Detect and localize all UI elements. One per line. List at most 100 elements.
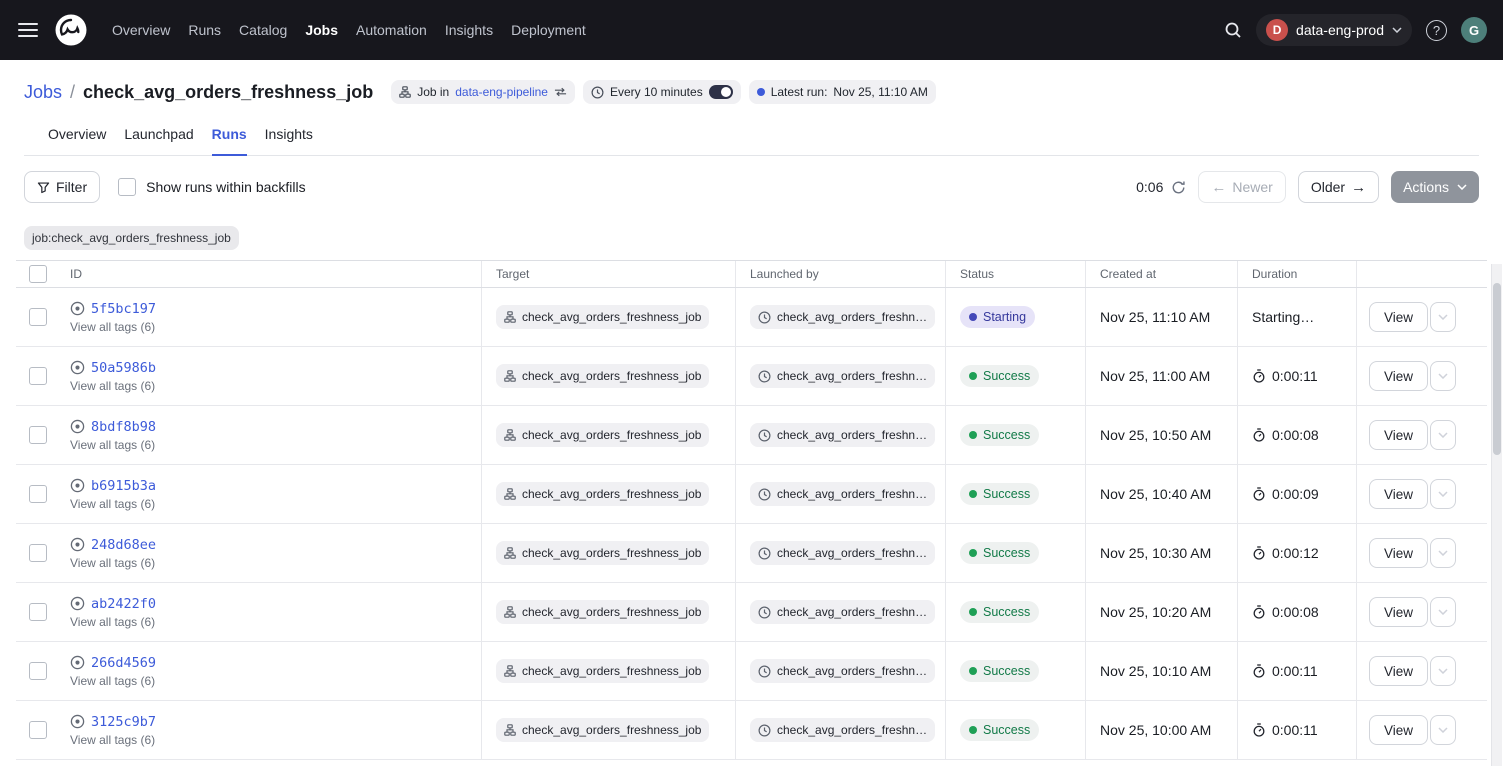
tab-insights[interactable]: Insights bbox=[265, 126, 313, 156]
view-all-tags-link[interactable]: View all tags (6) bbox=[70, 438, 155, 452]
view-run-button[interactable]: View bbox=[1369, 656, 1428, 686]
backfills-checkbox-row[interactable]: Show runs within backfills bbox=[118, 178, 306, 196]
scrollbar-thumb[interactable] bbox=[1493, 283, 1501, 455]
vertical-scrollbar[interactable] bbox=[1491, 264, 1502, 766]
view-all-tags-link[interactable]: View all tags (6) bbox=[70, 320, 155, 334]
target-chip[interactable]: check_avg_orders_freshness_job bbox=[496, 659, 709, 683]
top-navbar: Overview Runs Catalog Jobs Automation In… bbox=[0, 0, 1503, 60]
view-dropdown-button[interactable] bbox=[1430, 302, 1456, 332]
target-chip[interactable]: check_avg_orders_freshness_job bbox=[496, 305, 709, 329]
deployment-switcher[interactable]: D data-eng-prod bbox=[1256, 14, 1412, 46]
run-id-link[interactable]: 5f5bc197 bbox=[91, 301, 156, 317]
nav-item-jobs[interactable]: Jobs bbox=[305, 22, 338, 38]
target-chip[interactable]: check_avg_orders_freshness_job bbox=[496, 482, 709, 506]
row-checkbox[interactable] bbox=[29, 721, 47, 739]
target-chip[interactable]: check_avg_orders_freshness_job bbox=[496, 541, 709, 565]
view-dropdown-button[interactable] bbox=[1430, 597, 1456, 627]
select-all-checkbox[interactable] bbox=[29, 265, 47, 283]
launched-by-chip[interactable]: check_avg_orders_freshn… bbox=[750, 423, 935, 447]
row-checkbox[interactable] bbox=[29, 308, 47, 326]
nav-item-insights[interactable]: Insights bbox=[445, 22, 493, 38]
tab-runs[interactable]: Runs bbox=[212, 126, 247, 156]
view-run-button[interactable]: View bbox=[1369, 361, 1428, 391]
breadcrumb-jobs-link[interactable]: Jobs bbox=[24, 82, 62, 103]
view-run-button[interactable]: View bbox=[1369, 302, 1428, 332]
view-all-tags-link[interactable]: View all tags (6) bbox=[70, 615, 155, 629]
run-id-link[interactable]: 8bdf8b98 bbox=[91, 419, 156, 435]
run-id-link[interactable]: 248d68ee bbox=[91, 537, 156, 553]
target-label: check_avg_orders_freshness_job bbox=[522, 428, 701, 442]
nav-item-overview[interactable]: Overview bbox=[112, 22, 170, 38]
row-checkbox[interactable] bbox=[29, 603, 47, 621]
launched-by-chip[interactable]: check_avg_orders_freshn… bbox=[750, 364, 935, 388]
target-chip[interactable]: check_avg_orders_freshness_job bbox=[496, 600, 709, 624]
job-icon bbox=[504, 429, 516, 441]
view-run-button[interactable]: View bbox=[1369, 420, 1428, 450]
backfills-checkbox[interactable] bbox=[118, 178, 136, 196]
launched-by-chip[interactable]: check_avg_orders_freshn… bbox=[750, 541, 935, 565]
row-checkbox[interactable] bbox=[29, 544, 47, 562]
view-dropdown-button[interactable] bbox=[1430, 361, 1456, 391]
job-filter-tag: job:check_avg_orders_freshness_job bbox=[24, 226, 239, 250]
view-all-tags-link[interactable]: View all tags (6) bbox=[70, 379, 155, 393]
run-id-link[interactable]: 50a5986b bbox=[91, 360, 156, 376]
run-status-icon bbox=[70, 655, 85, 670]
view-dropdown-button[interactable] bbox=[1430, 479, 1456, 509]
chevron-down-icon bbox=[1438, 432, 1448, 438]
view-all-tags-link[interactable]: View all tags (6) bbox=[70, 497, 155, 511]
row-checkbox[interactable] bbox=[29, 426, 47, 444]
latest-run-link[interactable]: Nov 25, 11:10 AM bbox=[833, 85, 928, 99]
view-run-button[interactable]: View bbox=[1369, 538, 1428, 568]
refresh-icon[interactable] bbox=[1171, 180, 1186, 195]
target-chip[interactable]: check_avg_orders_freshness_job bbox=[496, 718, 709, 742]
nav-item-deployment[interactable]: Deployment bbox=[511, 22, 586, 38]
filter-button[interactable]: Filter bbox=[24, 171, 100, 203]
run-row: ab2422f0 View all tags (6) check_avg_ord… bbox=[16, 583, 1487, 642]
launched-by-chip[interactable]: check_avg_orders_freshn… bbox=[750, 718, 935, 742]
hamburger-menu-icon[interactable] bbox=[16, 18, 40, 42]
target-label: check_avg_orders_freshness_job bbox=[522, 605, 701, 619]
nav-item-automation[interactable]: Automation bbox=[356, 22, 427, 38]
view-dropdown-button[interactable] bbox=[1430, 538, 1456, 568]
row-checkbox[interactable] bbox=[29, 367, 47, 385]
repo-link[interactable]: data-eng-pipeline bbox=[455, 85, 548, 99]
schedule-toggle[interactable] bbox=[709, 85, 733, 99]
run-id-link[interactable]: ab2422f0 bbox=[91, 596, 156, 612]
actions-button[interactable]: Actions bbox=[1391, 171, 1479, 203]
launched-by-chip[interactable]: check_avg_orders_freshn… bbox=[750, 482, 935, 506]
nav-item-runs[interactable]: Runs bbox=[188, 22, 221, 38]
target-chip[interactable]: check_avg_orders_freshness_job bbox=[496, 364, 709, 388]
nav-item-catalog[interactable]: Catalog bbox=[239, 22, 287, 38]
view-all-tags-link[interactable]: View all tags (6) bbox=[70, 674, 155, 688]
launched-by-chip[interactable]: check_avg_orders_freshn… bbox=[750, 659, 935, 683]
row-checkbox[interactable] bbox=[29, 662, 47, 680]
swap-icon[interactable] bbox=[554, 87, 567, 97]
target-label: check_avg_orders_freshness_job bbox=[522, 546, 701, 560]
view-run-button[interactable]: View bbox=[1369, 597, 1428, 627]
tab-launchpad[interactable]: Launchpad bbox=[124, 126, 193, 156]
run-id-link[interactable]: b6915b3a bbox=[91, 478, 156, 494]
launched-by-chip[interactable]: check_avg_orders_freshn… bbox=[750, 305, 935, 329]
view-run-button[interactable]: View bbox=[1369, 715, 1428, 745]
help-icon[interactable]: ? bbox=[1426, 20, 1447, 41]
newer-button[interactable]: ← Newer bbox=[1198, 171, 1285, 203]
stopwatch-icon bbox=[1252, 428, 1266, 442]
view-dropdown-button[interactable] bbox=[1430, 656, 1456, 686]
run-id-link[interactable]: 266d4569 bbox=[91, 655, 156, 671]
tab-overview[interactable]: Overview bbox=[48, 126, 106, 156]
dagster-logo bbox=[54, 13, 88, 47]
target-chip[interactable]: check_avg_orders_freshness_job bbox=[496, 423, 709, 447]
arrow-right-icon: → bbox=[1351, 180, 1366, 195]
run-id-link[interactable]: 3125c9b7 bbox=[91, 714, 156, 730]
job-icon bbox=[504, 311, 516, 323]
view-dropdown-button[interactable] bbox=[1430, 420, 1456, 450]
view-all-tags-link[interactable]: View all tags (6) bbox=[70, 556, 155, 570]
view-all-tags-link[interactable]: View all tags (6) bbox=[70, 733, 155, 747]
user-avatar[interactable]: G bbox=[1461, 17, 1487, 43]
search-icon[interactable] bbox=[1224, 21, 1242, 39]
view-dropdown-button[interactable] bbox=[1430, 715, 1456, 745]
row-checkbox[interactable] bbox=[29, 485, 47, 503]
view-run-button[interactable]: View bbox=[1369, 479, 1428, 509]
launched-by-chip[interactable]: check_avg_orders_freshn… bbox=[750, 600, 935, 624]
older-button[interactable]: Older → bbox=[1298, 171, 1379, 203]
